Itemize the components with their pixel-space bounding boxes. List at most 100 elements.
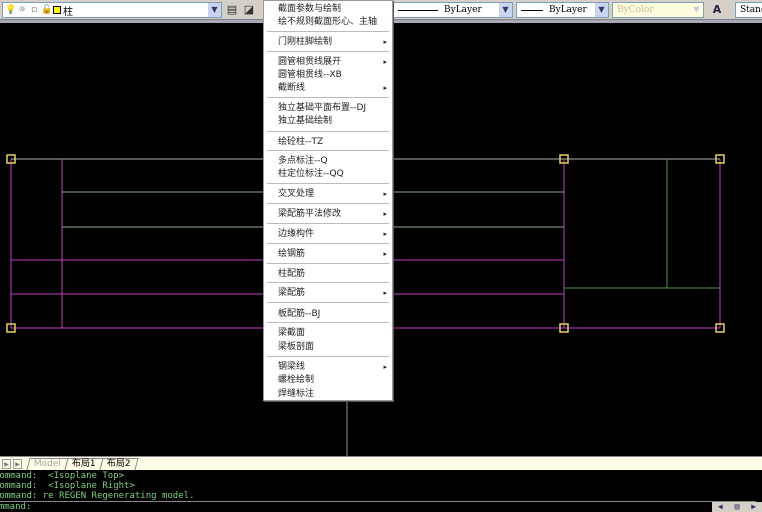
context-menu: 截面参数与绘制绘不规则截面形心、主轴 门刚柱脚绘制 ▸ 圆管相贯线展开 ▸ 圆管相贯线--… [263, 0, 393, 401]
tab-layout1[interactable]: 布局1 [64, 457, 104, 470]
menu-separator [267, 223, 389, 224]
chevron-down-icon[interactable]: ▼ [208, 3, 221, 17]
menu-item-label: 梁截面 [278, 328, 306, 338]
tab-label: Model [33, 458, 61, 469]
menu-item[interactable]: 梁截面 [264, 327, 392, 340]
menu-separator [267, 263, 389, 264]
chevron-down-icon[interactable]: ▼ [499, 3, 512, 17]
menu-item-label: 截面参数与绘制 [278, 4, 342, 14]
menu-item-label: 圆管相贯线--XB [278, 70, 342, 80]
sun-icon[interactable]: ☼ [17, 5, 27, 15]
submenu-arrow-icon: ▸ [383, 84, 387, 92]
tab-nav-prev[interactable]: ▶ [2, 458, 11, 469]
menu-item-label: 截断线 [278, 83, 306, 93]
tab-model[interactable]: Model [26, 457, 69, 470]
submenu-arrow-icon: ▸ [383, 363, 387, 371]
menu-item[interactable]: 梁配筋平法修改 ▸ [264, 208, 392, 221]
tab-label: 布局2 [106, 458, 131, 469]
menu-item-label: 门刚柱脚绘制 [278, 37, 333, 47]
text-style-icon[interactable]: A [710, 3, 724, 17]
menu-item[interactable]: 多点标注--Q [264, 155, 392, 168]
menu-item[interactable]: 绘砼柱--TZ [264, 136, 392, 149]
text-style-dropdown[interactable]: Stand [735, 2, 762, 18]
menu-item-label: 梁配筋 [278, 288, 306, 298]
lock-icon[interactable]: 🔓 [41, 5, 52, 15]
menu-item[interactable]: 绘不规则截面形心、主轴 [264, 16, 392, 29]
menu-item[interactable]: 绘钢筋 ▸ [264, 248, 392, 261]
menu-item-label: 独立基础平面布置--DJ [278, 103, 367, 113]
menu-separator [267, 97, 389, 98]
menu-item-label: 多点标注--Q [278, 156, 328, 166]
scroll-thumb[interactable]: ▥ [735, 502, 740, 512]
menu-item-label: 梁配筋平法修改 [278, 209, 342, 219]
layer-manager-icon[interactable]: ▤ [225, 3, 239, 17]
menu-item-label: 螺栓绘制 [278, 375, 315, 385]
linetype-value: ByLayer [444, 5, 482, 15]
command-input[interactable]: Command: [0, 501, 756, 512]
submenu-arrow-icon: ▸ [383, 250, 387, 258]
menu-item[interactable]: 钢梁线 ▸ [264, 361, 392, 374]
submenu-arrow-icon: ▸ [383, 190, 387, 198]
menu-separator [267, 322, 389, 323]
menu-separator [267, 150, 389, 151]
chevron-down-icon[interactable]: ▼ [595, 3, 608, 17]
scroll-right-icon[interactable]: ▶ [751, 502, 756, 512]
tab-nav-next[interactable]: ▶ [13, 458, 22, 469]
menu-separator [267, 203, 389, 204]
tab-layout2[interactable]: 布局2 [99, 457, 139, 470]
command-history-line: Command: <Isoplane Top> [0, 471, 125, 481]
menu-item[interactable]: 圆管相贯线--XB [264, 69, 392, 82]
menu-item-label: 绘不规则截面形心、主轴 [278, 17, 378, 27]
menu-item[interactable]: 板配筋--BJ [264, 308, 392, 321]
command-history-line: Command: <Isoplane Right> [0, 481, 135, 491]
plotstyle-value: ByColor [617, 5, 654, 15]
menu-item[interactable]: 柱定位标注--QQ [264, 168, 392, 181]
plotstyle-dropdown[interactable]: ByColor ▼ [612, 2, 704, 18]
menu-separator [267, 356, 389, 357]
layer-previous-icon[interactable]: ◪ [242, 3, 256, 17]
menu-item-label: 绘钢筋 [278, 249, 306, 259]
viewport-freeze-icon[interactable]: ▫ [29, 5, 39, 15]
layer-dropdown[interactable]: 💡 ☼ ▫ 🔓 柱 ▼ [2, 2, 222, 18]
menu-item[interactable]: 柱配筋 [264, 268, 392, 281]
menu-item[interactable]: 梁配筋 ▸ [264, 287, 392, 300]
menu-item-label: 焊缝标注 [278, 389, 315, 399]
layer-name: 柱 [63, 6, 73, 18]
menu-separator [267, 282, 389, 283]
menu-item-label: 交叉处理 [278, 189, 315, 199]
menu-item[interactable]: 焊缝标注 [264, 388, 392, 401]
text-style-value: Stand [740, 5, 762, 15]
menu-item[interactable]: 梁板剖面 [264, 341, 392, 354]
submenu-arrow-icon: ▸ [383, 230, 387, 238]
submenu-arrow-icon: ▸ [383, 38, 387, 46]
menu-item[interactable]: 门刚柱脚绘制 ▸ [264, 36, 392, 49]
command-prompt: Command: [0, 502, 32, 512]
layout-tabs: ▶ ▶ Model 布局1 布局2 [0, 456, 762, 470]
menu-item[interactable]: 独立基础平面布置--DJ [264, 102, 392, 115]
menu-separator [267, 302, 389, 303]
menu-item[interactable]: 截断线 ▸ [264, 82, 392, 95]
menu-item-label: 绘砼柱--TZ [278, 137, 324, 147]
menu-item[interactable]: 截面参数与绘制 [264, 3, 392, 16]
lightbulb-icon[interactable]: 💡 [5, 5, 16, 15]
menu-separator [267, 51, 389, 52]
command-history-line: Command: re REGEN Regenerating model. [0, 491, 195, 501]
tab-label: 布局1 [71, 458, 96, 469]
horizontal-scrollbar[interactable]: ◀ ▥ ▶ [712, 502, 762, 512]
linetype-dropdown[interactable]: ByLayer ▼ [393, 2, 513, 18]
command-window: Command: <Isoplane Top> Command: <Isopla… [0, 470, 762, 512]
menu-item[interactable]: 螺栓绘制 [264, 374, 392, 387]
menu-item[interactable]: 交叉处理 ▸ [264, 188, 392, 201]
chevron-down-icon[interactable]: ▼ [690, 3, 703, 17]
layer-color-swatch [53, 6, 61, 14]
menu-item[interactable]: 边缘构件 ▸ [264, 228, 392, 241]
menu-item-label: 柱配筋 [278, 269, 306, 279]
menu-item-label: 板配筋--BJ [278, 309, 321, 319]
menu-separator [267, 31, 389, 32]
lineweight-dropdown[interactable]: ByLayer ▼ [516, 2, 609, 18]
menu-item-label: 边缘构件 [278, 229, 315, 239]
menu-item[interactable]: 独立基础绘制 [264, 115, 392, 128]
menu-item-label: 独立基础绘制 [278, 116, 333, 126]
menu-item[interactable]: 圆管相贯线展开 ▸ [264, 56, 392, 69]
scroll-left-icon[interactable]: ◀ [718, 502, 723, 512]
